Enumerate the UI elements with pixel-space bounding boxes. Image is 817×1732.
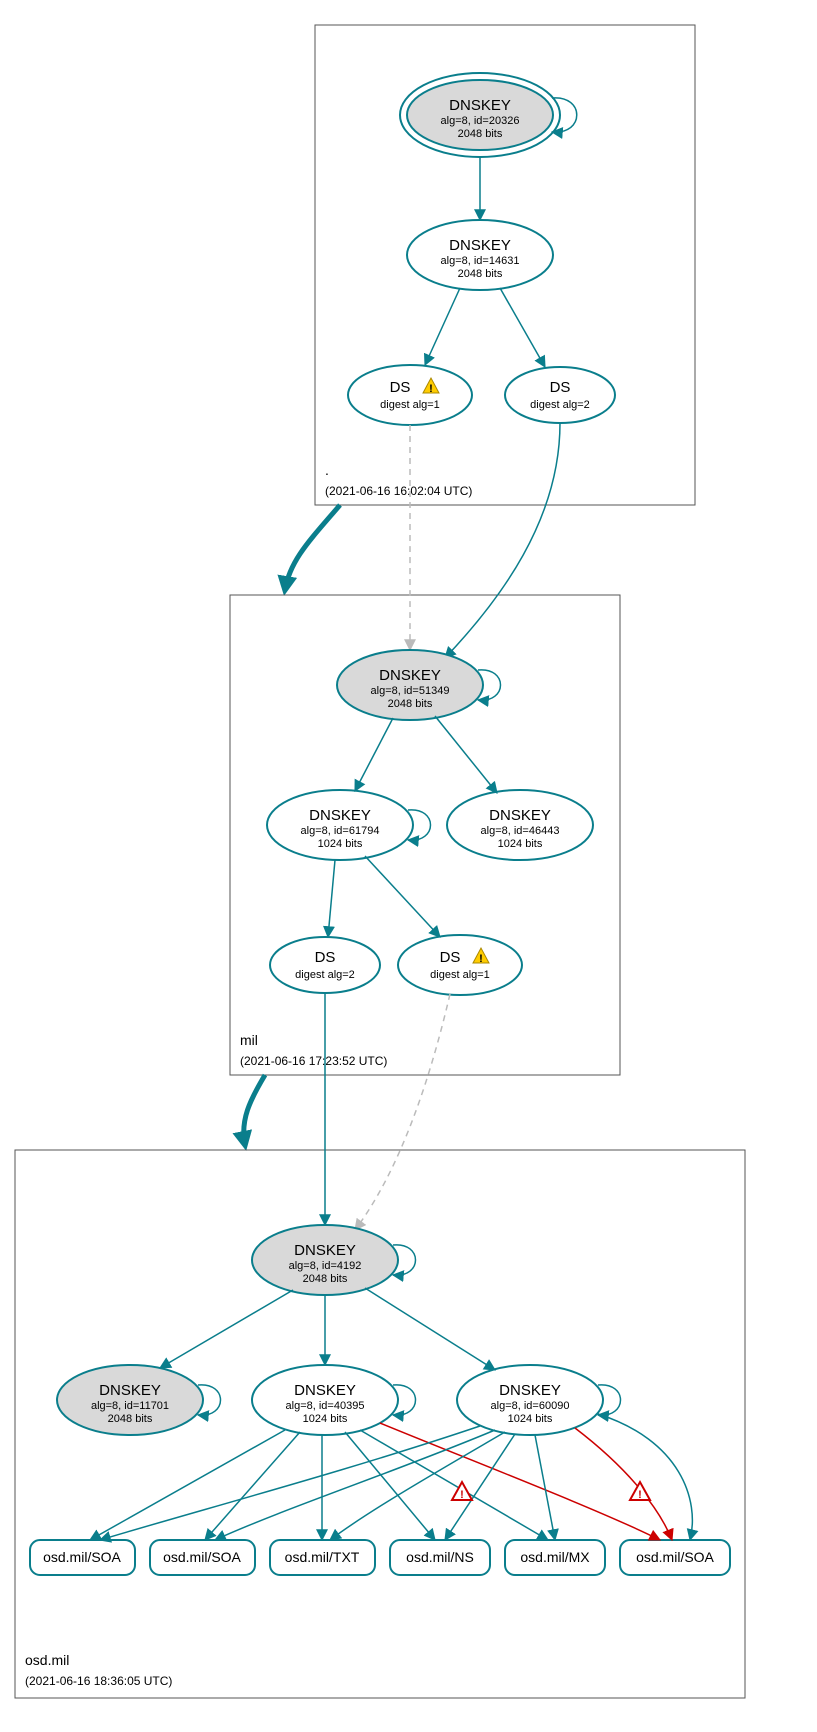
edge-z2-r4 [445,1434,515,1540]
edge-root-zsk-ds1 [425,288,460,365]
record-soa-1[interactable]: osd.mil/SOA [30,1540,135,1575]
edge-root-zsk-ds2 [500,288,545,367]
edge-osd-ksk-z2 [365,1288,495,1370]
zone-root-timestamp: (2021-06-16 16:02:04 UTC) [325,484,472,498]
edge-mil-ksk-z1 [355,718,393,791]
svg-text:DNSKEY: DNSKEY [449,97,511,114]
svg-text:osd.mil/SOA: osd.mil/SOA [163,1549,241,1565]
zone-osd-label: osd.mil [25,1652,69,1668]
svg-text:DNSKEY: DNSKEY [499,1382,561,1399]
edge-z2-r6-ok [598,1414,692,1540]
svg-text:2048 bits: 2048 bits [458,128,503,140]
svg-text:digest alg=1: digest alg=1 [430,969,490,981]
svg-text:osd.mil/MX: osd.mil/MX [520,1549,590,1565]
svg-text:DNSKEY: DNSKEY [309,807,371,824]
svg-text:2048 bits: 2048 bits [458,268,503,280]
svg-text:DNSKEY: DNSKEY [489,807,551,824]
svg-text:alg=8, id=60090: alg=8, id=60090 [491,1400,570,1412]
svg-text:1024 bits: 1024 bits [318,838,363,850]
svg-text:!: ! [638,1489,642,1501]
svg-text:DNSKEY: DNSKEY [294,1242,356,1259]
edge-mil-z1-ds1 [365,856,440,937]
svg-text:digest alg=2: digest alg=2 [295,969,355,981]
svg-text:alg=8, id=51349: alg=8, id=51349 [371,685,450,697]
node-osd-ksk[interactable]: DNSKEY alg=8, id=4192 2048 bits [252,1225,398,1295]
zone-mil-timestamp: (2021-06-16 17:23:52 UTC) [240,1054,387,1068]
svg-text:!: ! [479,953,483,965]
svg-text:!: ! [429,383,433,395]
svg-text:osd.mil/SOA: osd.mil/SOA [636,1549,714,1565]
svg-text:!: ! [460,1489,464,1501]
svg-text:digest alg=2: digest alg=2 [530,399,590,411]
edge-mil-ksk-z2 [435,716,497,793]
svg-text:DS: DS [315,949,336,966]
node-osd-z1[interactable]: DNSKEY alg=8, id=40395 1024 bits [252,1365,398,1435]
zone-osd-timestamp: (2021-06-16 18:36:05 UTC) [25,1674,172,1688]
svg-text:alg=8, id=14631: alg=8, id=14631 [441,255,520,267]
node-osd-k2[interactable]: DNSKEY alg=8, id=11701 2048 bits [57,1365,203,1435]
svg-text:alg=8, id=46443: alg=8, id=46443 [481,825,560,837]
node-osd-z2[interactable]: DNSKEY alg=8, id=60090 1024 bits [457,1365,603,1435]
svg-text:DS: DS [390,379,411,396]
svg-text:osd.mil/NS: osd.mil/NS [406,1549,474,1565]
node-mil-z2[interactable]: DNSKEY alg=8, id=46443 1024 bits [447,790,593,860]
svg-text:DNSKEY: DNSKEY [294,1382,356,1399]
edge-milds1-osdksk [355,994,450,1230]
edge-z2-r3 [330,1432,505,1540]
record-ns[interactable]: osd.mil/NS [390,1540,490,1575]
error-icon: ! [630,1482,650,1501]
svg-text:alg=8, id=61794: alg=8, id=61794 [301,825,380,837]
node-root-zsk[interactable]: DNSKEY alg=8, id=14631 2048 bits [407,220,553,290]
record-txt[interactable]: osd.mil/TXT [270,1540,375,1575]
svg-text:digest alg=1: digest alg=1 [380,399,440,411]
node-mil-z1[interactable]: DNSKEY alg=8, id=61794 1024 bits [267,790,413,860]
zone-root-label: . [325,462,329,478]
svg-text:DNSKEY: DNSKEY [449,237,511,254]
node-root-ksk[interactable]: DNSKEY alg=8, id=20326 2048 bits [400,73,560,157]
svg-text:alg=8, id=40395: alg=8, id=40395 [286,1400,365,1412]
edge-root-ksk-self [552,98,577,132]
svg-text:DS: DS [550,379,571,396]
record-mx[interactable]: osd.mil/MX [505,1540,605,1575]
svg-text:1024 bits: 1024 bits [508,1413,553,1425]
edge-osd-ksk-k2 [160,1290,293,1368]
svg-text:DNSKEY: DNSKEY [379,667,441,684]
svg-text:DNSKEY: DNSKEY [99,1382,161,1399]
svg-text:alg=8, id=20326: alg=8, id=20326 [441,115,520,127]
edge-delegation-root-mil [285,505,340,590]
node-root-ds2[interactable]: DS digest alg=2 [505,367,615,423]
svg-text:1024 bits: 1024 bits [303,1413,348,1425]
svg-text:DS: DS [440,949,461,966]
edge-delegation-mil-osd [244,1075,265,1145]
node-mil-ds1[interactable]: DS digest alg=1 ! [398,935,522,995]
node-mil-ksk[interactable]: DNSKEY alg=8, id=51349 2048 bits [337,650,483,720]
edge-mil-z1-ds2 [328,860,335,937]
node-root-ds1[interactable]: DS digest alg=1 ! [348,365,472,425]
record-soa-2[interactable]: osd.mil/SOA [150,1540,255,1575]
svg-text:1024 bits: 1024 bits [498,838,543,850]
svg-text:alg=8, id=4192: alg=8, id=4192 [289,1260,362,1272]
svg-text:2048 bits: 2048 bits [303,1273,348,1285]
record-soa-3[interactable]: osd.mil/SOA [620,1540,730,1575]
svg-text:osd.mil/SOA: osd.mil/SOA [43,1549,121,1565]
zone-mil-label: mil [240,1032,258,1048]
svg-text:2048 bits: 2048 bits [108,1413,153,1425]
svg-text:osd.mil/TXT: osd.mil/TXT [285,1549,360,1565]
svg-text:alg=8, id=11701: alg=8, id=11701 [91,1400,169,1412]
svg-text:2048 bits: 2048 bits [388,698,433,710]
edge-rootds2-milksk [445,423,560,658]
node-mil-ds2[interactable]: DS digest alg=2 [270,937,380,993]
